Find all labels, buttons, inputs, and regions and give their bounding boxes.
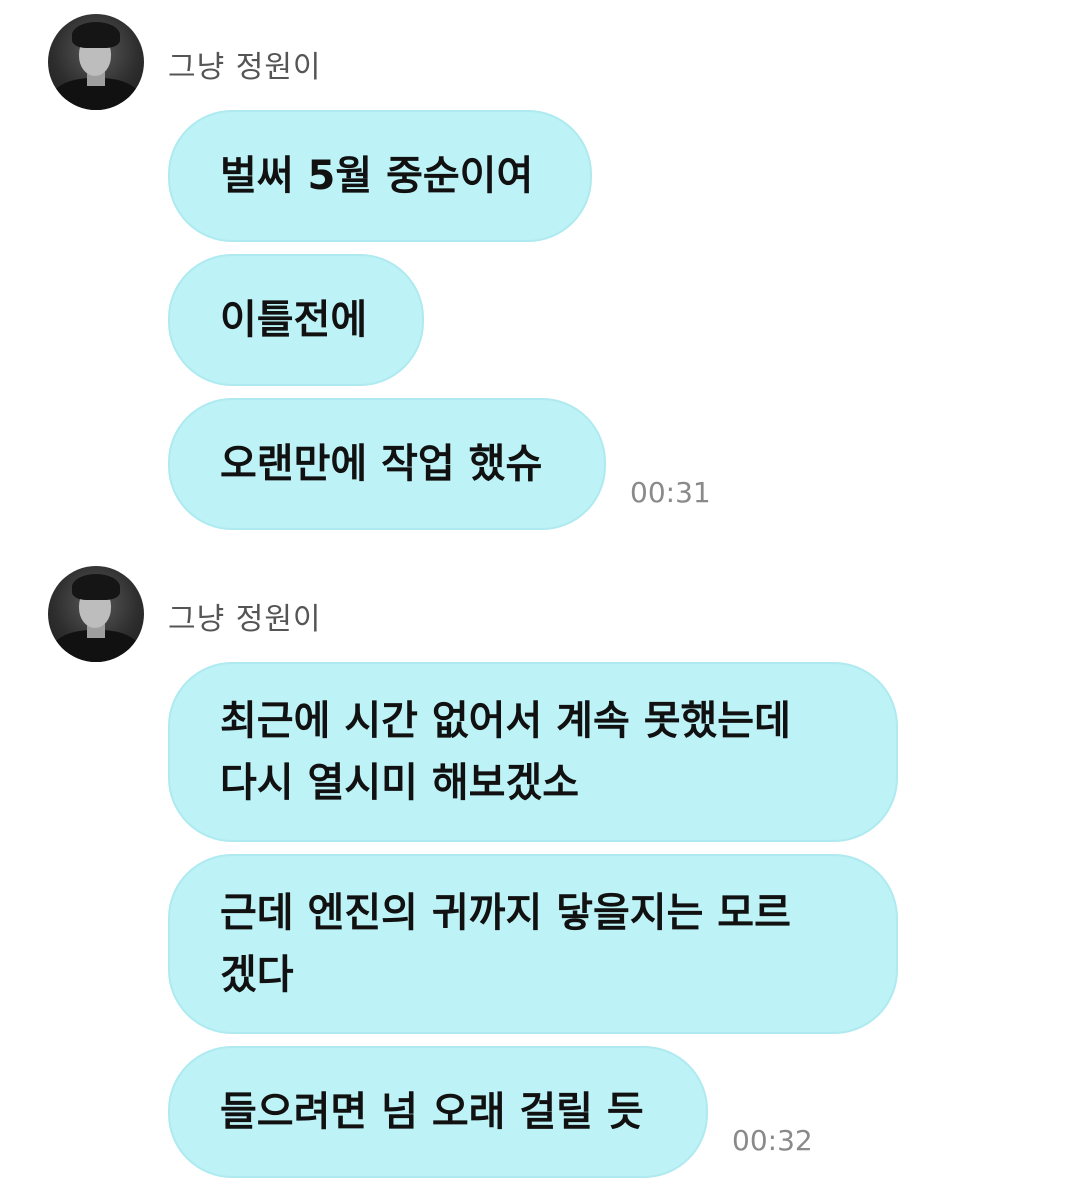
avatar[interactable] — [48, 566, 144, 662]
sender-name: 그냥 정원이 — [168, 50, 322, 85]
avatar-hair — [72, 22, 120, 48]
message-bubble[interactable]: 근데 엔진의 귀까지 닿을지는 모르 겠다 — [168, 854, 898, 1034]
message-text: 오랜만에 작업 했슈 — [220, 441, 543, 487]
chat-thread[interactable]: 그냥 정원이 벌써 5월 중순이여 이틀전에 오랜만에 작업 했슈 00:31 … — [0, 0, 1080, 1197]
message-bubble[interactable]: 벌써 5월 중순이여 — [168, 110, 592, 242]
message-bubble[interactable]: 들으려면 넘 오래 걸릴 듯 — [168, 1046, 708, 1178]
avatar-hair — [72, 574, 120, 600]
avatar[interactable] — [48, 14, 144, 110]
message-bubble[interactable]: 이틀전에 — [168, 254, 424, 386]
message-text: 최근에 시간 없어서 계속 못했는데 다시 열시미 해보겠소 — [220, 698, 791, 806]
message-text: 이틀전에 — [220, 297, 368, 343]
message-text: 들으려면 넘 오래 걸릴 듯 — [220, 1089, 644, 1135]
message-timestamp: 00:31 — [630, 476, 711, 509]
message-timestamp: 00:32 — [732, 1124, 813, 1157]
message-bubble[interactable]: 최근에 시간 없어서 계속 못했는데 다시 열시미 해보겠소 — [168, 662, 898, 842]
message-text: 벌써 5월 중순이여 — [220, 153, 534, 199]
sender-name: 그냥 정원이 — [168, 602, 322, 637]
message-bubble[interactable]: 오랜만에 작업 했슈 — [168, 398, 606, 530]
message-text: 근데 엔진의 귀까지 닿을지는 모르 겠다 — [220, 890, 791, 998]
